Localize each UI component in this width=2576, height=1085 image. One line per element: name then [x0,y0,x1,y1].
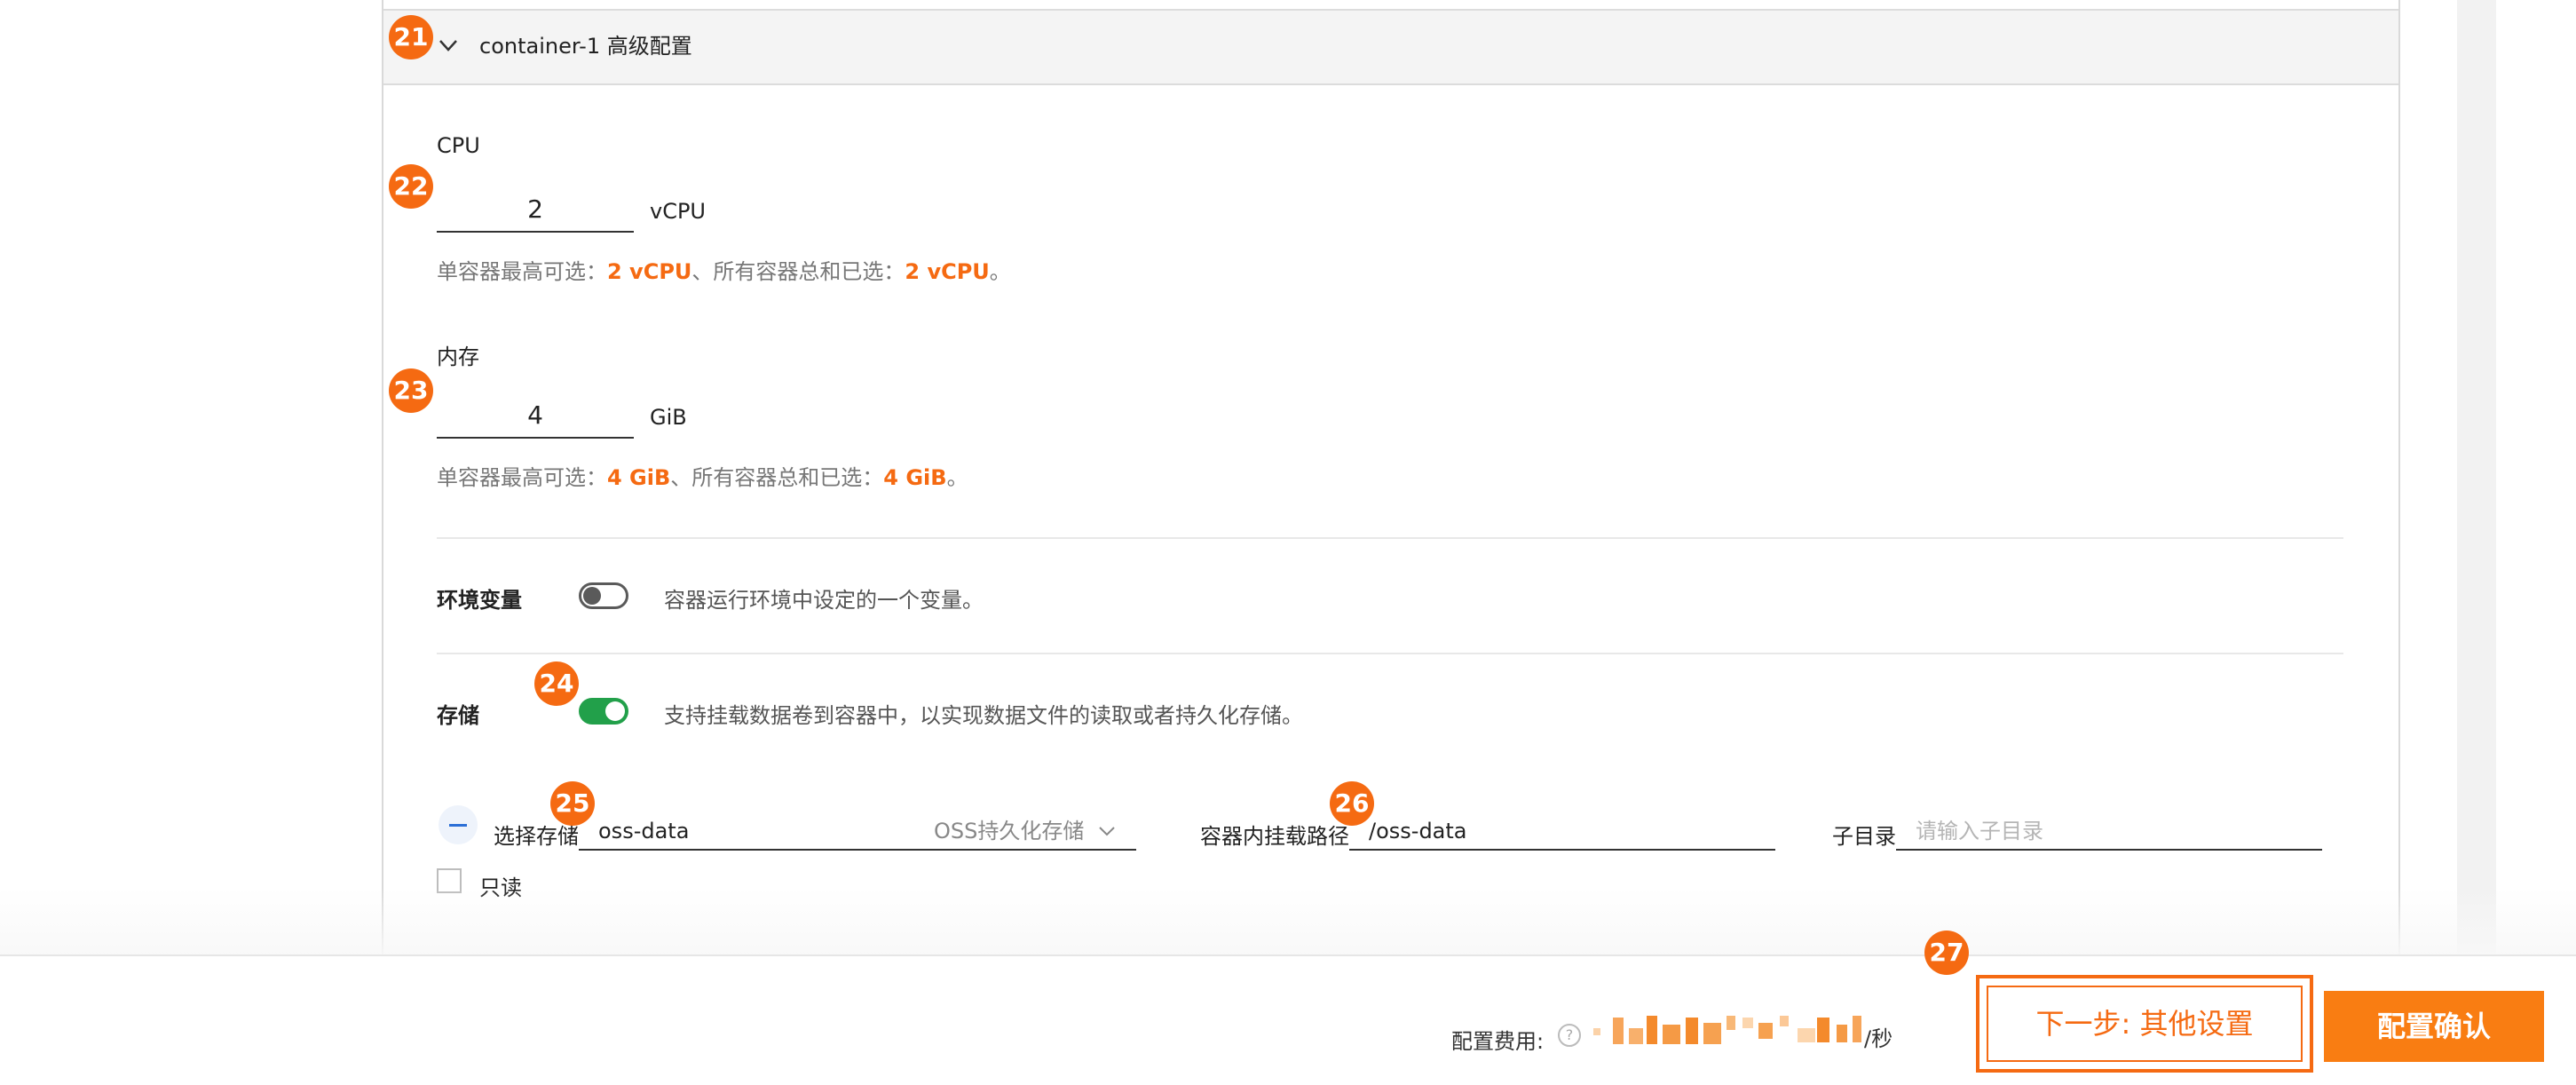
step-badge-25: 25 [550,781,595,826]
memory-label: 内存 [437,345,479,369]
chevron-down-icon[interactable] [437,34,460,57]
step-badge-22: 22 [389,164,433,209]
mount-path-input[interactable]: /oss-data [1349,812,1775,851]
env-description: 容器运行环境中设定的一个变量。 [664,588,984,613]
step-badge-26: 26 [1330,781,1374,826]
remove-storage-button[interactable] [439,805,478,844]
mount-path-label: 容器内挂载路径 [1200,824,1349,849]
toggle-knob [605,701,625,721]
cpu-hint-max: 2 vCPU [607,259,692,284]
env-label: 环境变量 [437,588,522,613]
next-button-highlight: 下一步: 其他设置 [1976,975,2313,1073]
panel-title: container-1 高级配置 [479,34,692,59]
memory-hint-max: 4 GiB [607,465,671,490]
cpu-hint-suffix: 。 [989,259,1011,284]
cpu-hint-prefix: 单容器最高可选： [437,259,607,284]
memory-hint-suffix: 。 [946,465,968,490]
storage-select[interactable]: oss-data OSS持久化存储 [579,812,1136,851]
memory-hint-prefix: 单容器最高可选： [437,465,607,490]
step-badge-23: 23 [389,368,433,413]
confirm-button[interactable]: 配置确认 [2324,991,2544,1062]
divider [437,653,2343,654]
step-badge-24: 24 [534,661,579,706]
step-badge-21: 21 [389,15,433,59]
env-toggle[interactable] [579,582,628,609]
storage-description: 支持挂载数据卷到容器中，以实现数据文件的读取或者持久化存储。 [664,703,1303,728]
step-badge-27: 27 [1924,931,1969,975]
memory-input[interactable]: 4 [437,394,634,439]
memory-unit: GiB [650,405,687,430]
cpu-unit: vCPU [650,199,706,224]
memory-hint: 单容器最高可选：4 GiB、所有容器总和已选：4 GiB。 [437,460,968,491]
toggle-knob [583,587,601,605]
cpu-label: CPU [437,133,480,158]
cpu-hint: 单容器最高可选：2 vCPU、所有容器总和已选：2 vCPU。 [437,254,1011,285]
footer-fade [0,888,2576,956]
panel-header[interactable]: container-1 高级配置 [383,9,2398,85]
storage-label: 存储 [437,703,479,728]
page-scrollbar[interactable] [2457,0,2496,959]
memory-hint-total: 4 GiB [883,465,947,490]
next-step-button[interactable]: 下一步: 其他设置 [1987,986,2303,1062]
minus-icon [449,824,467,827]
help-icon[interactable]: ? [1558,1024,1581,1047]
subdir-label: 子目录 [1832,824,1896,849]
cpu-hint-mid: 、所有容器总和已选： [691,259,905,284]
chevron-down-icon [1099,827,1115,836]
cpu-input[interactable]: 2 [437,188,634,233]
fee-value-masked [1593,1016,1861,1044]
storage-select-value: oss-data [598,819,690,843]
fee-unit: /秒 [1864,1026,1893,1051]
storage-toggle[interactable] [579,698,628,725]
divider [437,537,2343,539]
subdir-input[interactable]: 请输入子目录 [1896,812,2322,851]
cpu-hint-total: 2 vCPU [905,259,990,284]
storage-select-type: OSS持久化存储 [934,819,1085,843]
memory-hint-mid: 、所有容器总和已选： [670,465,884,490]
fee-label: 配置费用: [1451,1029,1545,1054]
